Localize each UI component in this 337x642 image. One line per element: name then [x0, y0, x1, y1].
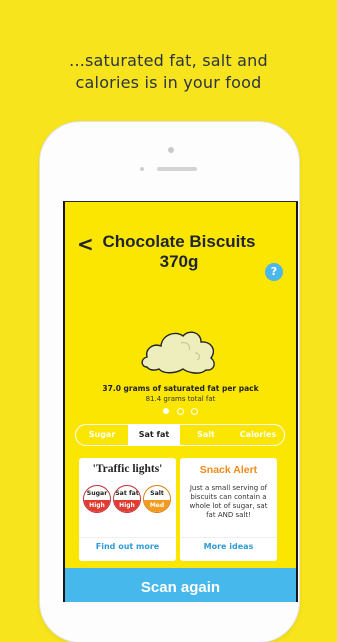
- help-button[interactable]: ?: [265, 263, 283, 281]
- traffic-badge-name: Sugar: [86, 490, 108, 497]
- tab-sat-fat[interactable]: Sat fat: [128, 425, 180, 445]
- more-ideas-link[interactable]: More ideas: [180, 542, 277, 551]
- snack-alert-card: Snack Alert Just a small serving of bisc…: [180, 458, 277, 561]
- carousel-dot-1[interactable]: [163, 408, 169, 414]
- page-title: Chocolate Biscuits 370g: [95, 232, 263, 272]
- help-icon: ?: [270, 265, 278, 278]
- product-name: Chocolate Biscuits: [102, 232, 256, 251]
- snack-alert-body: Just a small serving of biscuits can con…: [185, 484, 272, 520]
- snack-alert-line: whole lot of sugar, sat: [189, 502, 268, 510]
- traffic-badge-salt: Salt Med: [143, 485, 171, 513]
- camera-icon: [168, 147, 174, 153]
- traffic-badge-level: High: [84, 500, 110, 512]
- snack-alert-line: Just a small serving of: [189, 484, 268, 492]
- headline-line-1: ...saturated fat, salt and: [69, 51, 268, 70]
- back-button[interactable]: <: [77, 234, 94, 254]
- snack-alert-line: fat AND salt!: [206, 511, 251, 519]
- traffic-badge-name: Salt: [150, 490, 164, 497]
- snack-alert-line: biscuits can contain a: [190, 493, 267, 501]
- traffic-badge-sat-fat: Sat fat High: [113, 485, 141, 513]
- scan-again-button[interactable]: Scan again: [65, 568, 296, 602]
- traffic-lights-title: 'Traffic lights': [92, 463, 163, 475]
- traffic-badge-level: Med: [144, 500, 170, 512]
- headline: ...saturated fat, salt and calories is i…: [0, 50, 337, 94]
- traffic-light-badges: Sugar High Sat fat High Salt Med: [83, 485, 173, 513]
- app-screen: < Chocolate Biscuits 370g ? 37.0 grams o…: [63, 201, 298, 602]
- traffic-badge-level: High: [114, 500, 140, 512]
- sat-fat-amount: 37.0 grams of saturated fat per pack: [102, 384, 259, 393]
- product-size: 370g: [159, 252, 199, 271]
- speaker-grille: [157, 167, 197, 171]
- tab-calories[interactable]: Calories: [232, 425, 284, 445]
- total-fat-amount: 81.4 grams total fat: [145, 395, 216, 403]
- carousel-dots: [159, 408, 203, 416]
- traffic-badge-name: Sat fat: [115, 490, 139, 497]
- carousel-dot-2[interactable]: [177, 408, 184, 415]
- snack-alert-title: Snack Alert: [199, 464, 258, 476]
- tab-sugar[interactable]: Sugar: [76, 425, 128, 445]
- sensor-icon: [140, 167, 144, 171]
- carousel-dot-3[interactable]: [191, 408, 198, 415]
- traffic-lights-card: 'Traffic lights' Sugar High Sat fat High…: [79, 458, 176, 561]
- find-out-more-link[interactable]: Find out more: [79, 542, 176, 551]
- tab-salt[interactable]: Salt: [180, 425, 232, 445]
- card-divider: [180, 537, 277, 538]
- fat-blob-icon: [141, 331, 215, 374]
- nutrient-tabs: Sugar Sat fat Salt Calories: [75, 424, 285, 446]
- headline-line-2: calories is in your food: [75, 73, 262, 92]
- chevron-left-icon: <: [77, 232, 94, 256]
- traffic-badge-sugar: Sugar High: [83, 485, 111, 513]
- card-divider: [79, 537, 176, 538]
